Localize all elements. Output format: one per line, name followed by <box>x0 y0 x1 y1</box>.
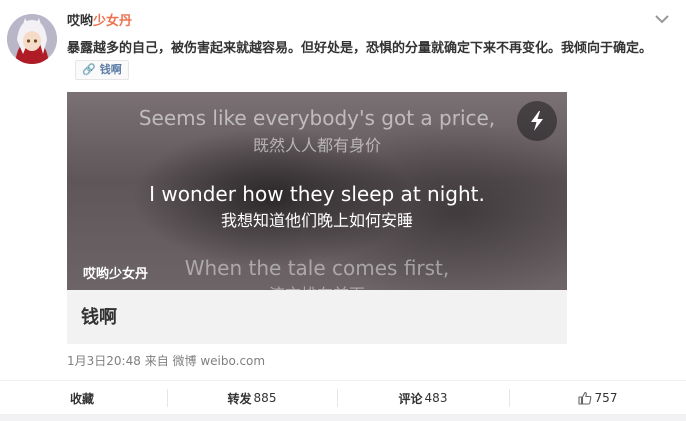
comment-button[interactable]: 评论 483 <box>337 381 509 415</box>
like-count: 757 <box>594 391 618 405</box>
comment-label: 评论 <box>398 391 423 406</box>
lyrics-cover[interactable]: Seems like everybody's got a price, 既然人人… <box>67 92 567 290</box>
thumbs-up-icon <box>577 391 592 405</box>
favorite-label: 收藏 <box>70 391 95 406</box>
post-text-body: 暴露越多的自己，被伤害起来就越容易。但好处是，恐惧的分量就确定下来不再变化。我倾… <box>67 41 653 56</box>
music-card[interactable]: Seems like everybody's got a price, 既然人人… <box>67 92 567 344</box>
link-chip-label: 钱啊 <box>99 63 122 76</box>
lyric-prev-cn: 既然人人都有身价 <box>252 136 381 155</box>
avatar-image <box>7 14 57 64</box>
post-meta: 1月3日20:48 来自 微博 weibo.com <box>67 352 265 369</box>
username-part2: 少女丹 <box>93 14 133 29</box>
link-icon: 🔗 <box>82 63 96 76</box>
link-chip[interactable]: 🔗 钱啊 <box>75 60 129 80</box>
avatar[interactable] <box>7 14 57 64</box>
post-text: 暴露越多的自己，被伤害起来就越容易。但好处是，恐惧的分量就确定下来不再变化。我倾… <box>67 38 667 82</box>
lyric-next-cn: 流言排在前面 <box>67 281 567 290</box>
card-title[interactable]: 钱啊 <box>81 303 117 329</box>
post-source[interactable]: 微博 weibo.com <box>173 354 266 368</box>
username-part1: 哎哟 <box>67 14 94 29</box>
post-time[interactable]: 1月3日20:48 <box>67 354 141 368</box>
repost-button[interactable]: 转发 885 <box>167 381 337 415</box>
watermark: 哎哟少女丹 <box>83 267 149 282</box>
comment-count: 483 <box>424 391 448 405</box>
username[interactable]: 哎哟少女丹 <box>67 13 132 31</box>
repost-label: 转发 <box>227 391 252 406</box>
from-label: 来自 <box>144 354 169 368</box>
lyric-prev-en: Seems like everybody's got a price, <box>138 106 496 130</box>
chevron-down-icon[interactable] <box>654 11 670 25</box>
like-button[interactable]: 757 <box>509 381 686 415</box>
lyric-current-en: I wonder how they sleep at night. <box>149 182 485 206</box>
divider <box>0 414 686 421</box>
action-bar: 收藏 转发 885 评论 483 757 <box>0 380 686 415</box>
weibo-post: 哎哟少女丹 暴露越多的自己，被伤害起来就越容易。但好处是，恐惧的分量就确定下来不… <box>0 0 686 421</box>
lightning-bolt-icon[interactable] <box>517 101 557 141</box>
lyric-current-cn: 我想知道他们晚上如何安睡 <box>220 211 413 230</box>
repost-count: 885 <box>253 391 277 405</box>
favorite-button[interactable]: 收藏 <box>0 381 167 415</box>
